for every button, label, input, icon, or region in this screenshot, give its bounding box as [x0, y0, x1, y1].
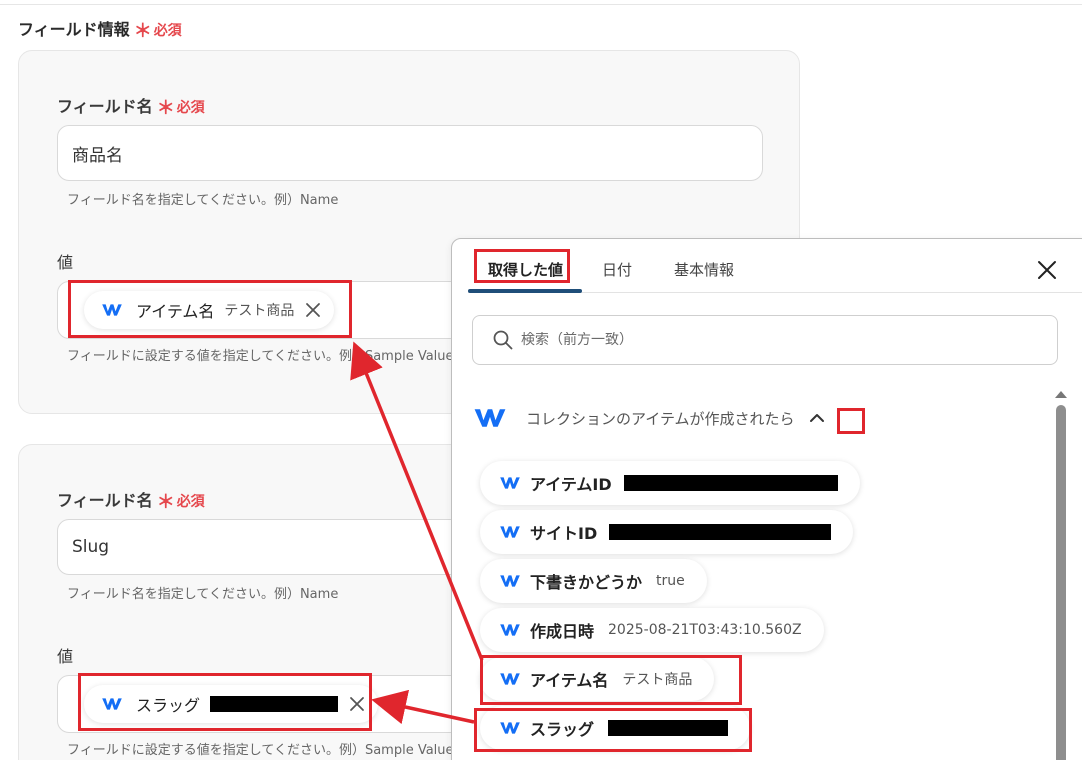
value-chip[interactable]: スラッグ	[84, 685, 379, 723]
field-name-hint: フィールド名を指定してください。例）Name	[67, 193, 339, 208]
active-tab-indicator	[468, 289, 582, 293]
field-name-hint: フィールド名を指定してください。例）Name	[67, 587, 339, 602]
item-name: スラッグ	[530, 720, 595, 739]
chip-value: テスト商品	[224, 303, 295, 319]
webflow-logo-icon	[474, 409, 506, 427]
field-name-input[interactable]: 商品名	[57, 125, 763, 181]
value-picker-popup: 取得した値 日付 基本情報 コレクションのアイテムが作成されたら アイテムID …	[451, 238, 1082, 760]
top-divider	[0, 4, 1082, 5]
item-name: 作成日時	[530, 622, 595, 641]
search-input[interactable]	[521, 332, 1041, 348]
list-item-site-id[interactable]: サイトID	[480, 510, 854, 554]
group-title: コレクションのアイテムが作成されたら	[526, 409, 795, 428]
search-icon	[493, 330, 513, 350]
scroll-up-arrow[interactable]	[1055, 391, 1067, 398]
list-item-created-on[interactable]: 作成日時 2025-08-21T03:43:10.560Z	[480, 608, 824, 652]
item-name: 下書きかどうか	[530, 573, 643, 592]
scrollbar-thumb[interactable]	[1056, 405, 1066, 760]
tab-retrieved-values[interactable]: 取得した値	[488, 259, 563, 280]
webflow-logo-icon	[500, 722, 520, 734]
webflow-logo-icon	[500, 526, 520, 538]
value-hint: フィールドに設定する値を指定してください。例）Sample Value	[67, 349, 454, 364]
redacted-value	[609, 524, 832, 540]
remove-chip-icon[interactable]	[348, 695, 366, 713]
value-label: 値	[57, 647, 74, 666]
section-title: フィールド情報＊必須	[18, 20, 182, 42]
field-name-label: フィールド名＊必須	[57, 97, 205, 119]
tab-date[interactable]: 日付	[602, 259, 632, 280]
item-value: true	[656, 573, 685, 589]
item-name: アイテムID	[530, 475, 612, 494]
chevron-up-icon[interactable]	[807, 408, 827, 428]
webflow-logo-icon	[500, 477, 520, 489]
list-item-draft[interactable]: 下書きかどうか true	[480, 559, 707, 603]
field-name-value: 商品名	[72, 145, 123, 166]
item-value: 2025-08-21T03:43:10.560Z	[608, 622, 802, 638]
webflow-logo-icon	[102, 698, 122, 710]
webflow-logo-icon	[500, 673, 520, 685]
webflow-logo-icon	[102, 304, 122, 316]
list-item-item-name[interactable]: アイテム名 テスト商品	[480, 657, 715, 701]
field-name-value: Slug	[72, 537, 110, 557]
redacted-value	[623, 475, 838, 491]
list-item-slug[interactable]: スラッグ	[480, 706, 751, 750]
remove-chip-icon[interactable]	[304, 301, 322, 319]
field-name-label: フィールド名＊必須	[57, 491, 205, 513]
trigger-group-header[interactable]: コレクションのアイテムが作成されたら	[472, 407, 827, 429]
value-hint: フィールドに設定する値を指定してください。例）Sample Value	[67, 743, 454, 758]
chip-name: スラッグ	[136, 696, 201, 715]
value-label: 値	[57, 253, 74, 272]
chip-name: アイテム名	[136, 302, 215, 321]
close-icon[interactable]	[1036, 259, 1058, 281]
search-box[interactable]	[472, 315, 1058, 365]
item-name: サイトID	[530, 524, 598, 543]
value-chip[interactable]: アイテム名 テスト商品	[84, 291, 335, 329]
required-badge: ＊必須	[133, 21, 182, 42]
list-item-item-id[interactable]: アイテムID	[480, 461, 860, 505]
item-name: アイテム名	[530, 671, 609, 690]
webflow-logo-icon	[500, 624, 520, 636]
redacted-value	[608, 720, 729, 736]
webflow-logo-icon	[500, 575, 520, 587]
item-value: テスト商品	[622, 672, 693, 688]
redacted-value	[210, 696, 339, 712]
tab-basic-info[interactable]: 基本情報	[674, 259, 734, 280]
